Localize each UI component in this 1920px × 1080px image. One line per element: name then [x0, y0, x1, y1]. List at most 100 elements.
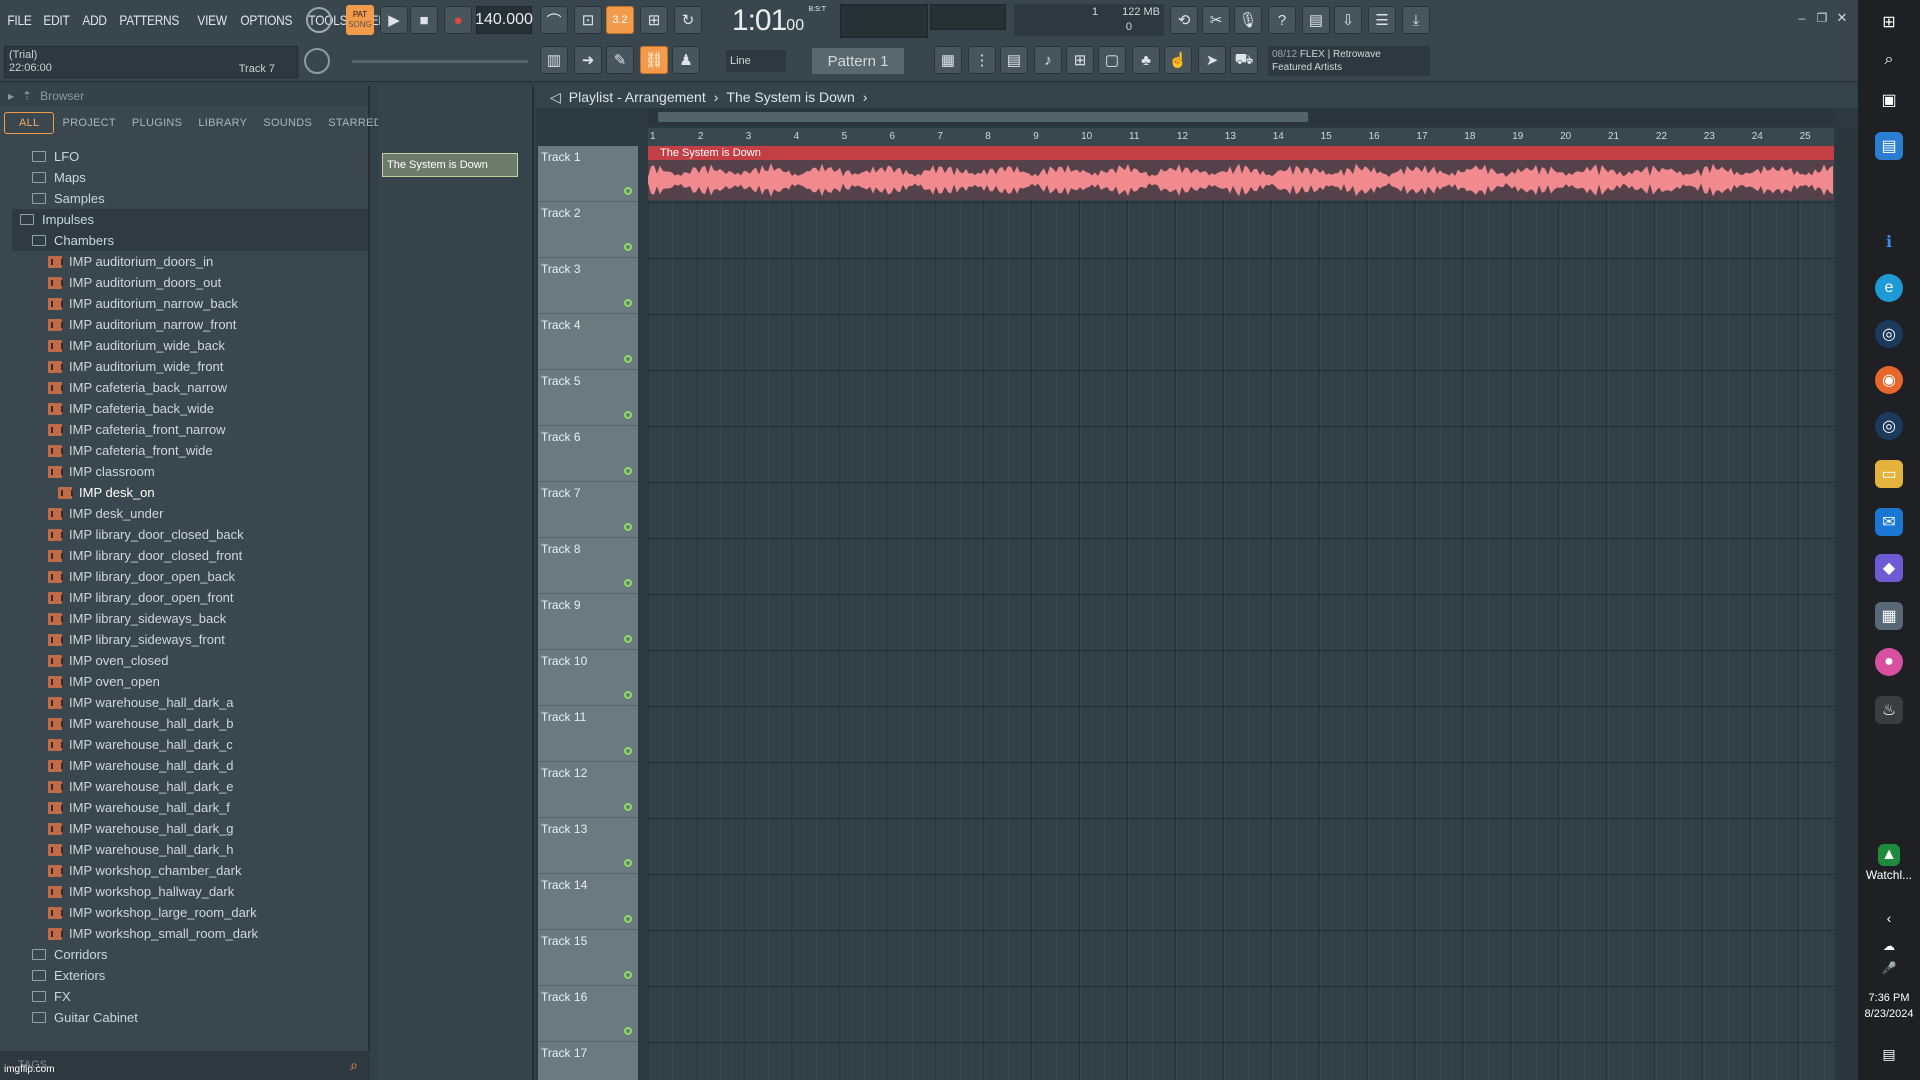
track-header[interactable]: Track 1	[538, 146, 638, 202]
bar-ruler[interactable]: 1 2 3 4 5 6 7 8 9 10 11 12 13 14 15 16 17 18 19 20 21 22 23 24 2…	[648, 128, 1834, 146]
track-header[interactable]: Track 17	[538, 1042, 638, 1080]
playlist-song[interactable]: The System is Down	[726, 89, 854, 105]
tree-file[interactable]: IMP library_door_closed_back	[12, 524, 368, 545]
tree-file[interactable]: IMP cafeteria_back_narrow	[12, 377, 368, 398]
speed-icon[interactable]: ➤	[1198, 46, 1226, 74]
tree-file[interactable]: IMP classroom	[12, 461, 368, 482]
tree-file[interactable]: IMP warehouse_hall_dark_e	[12, 776, 368, 797]
stamp-icon[interactable]: ♟	[672, 46, 700, 74]
link-icon[interactable]: ⛓	[640, 46, 668, 74]
track-enable-icon[interactable]	[624, 187, 632, 195]
touch-icon[interactable]: ☝	[1164, 46, 1192, 74]
tree-file[interactable]: IMP auditorium_wide_front	[12, 356, 368, 377]
steam-icon[interactable]: ◎	[1875, 412, 1903, 440]
record-button[interactable]: ●	[444, 6, 472, 34]
menu-item[interactable]: VIEW	[194, 12, 230, 28]
minimize-icon[interactable]: –	[1794, 10, 1810, 26]
tree-file[interactable]: IMP cafeteria_back_wide	[12, 398, 368, 419]
tree-file[interactable]: IMP library_door_open_back	[12, 566, 368, 587]
mail-icon[interactable]: ✉	[1875, 508, 1903, 536]
watchlist-icon[interactable]: ▲	[1878, 844, 1900, 866]
task-view-icon[interactable]: ▣	[1875, 86, 1903, 114]
track-header[interactable]: Track 11	[538, 706, 638, 762]
horizontal-scrollbar[interactable]	[648, 108, 1834, 126]
mic-tray-icon[interactable]: 🎤	[1875, 954, 1903, 982]
tree-folder[interactable]: LFO	[12, 146, 368, 167]
tree-file[interactable]: IMP workshop_large_room_dark	[12, 902, 368, 923]
track-enable-icon[interactable]	[624, 691, 632, 699]
save-icon[interactable]: ▤	[1302, 6, 1330, 34]
restore-icon[interactable]: ❐	[1814, 10, 1830, 26]
track-enable-icon[interactable]	[624, 635, 632, 643]
tempo-display[interactable]: 140.000	[475, 6, 533, 34]
search-icon[interactable]: ⌕	[350, 1057, 358, 1074]
windows-icon[interactable]: ⊞	[1875, 8, 1903, 36]
tree-folder[interactable]: Chambers	[12, 230, 368, 251]
tree-file[interactable]: IMP oven_closed	[12, 650, 368, 671]
track-enable-icon[interactable]	[624, 243, 632, 251]
browser-tab[interactable]: SOUNDS	[255, 113, 320, 133]
tree-file[interactable]: IMP library_sideways_back	[12, 608, 368, 629]
info-icon[interactable]: ℹ	[1875, 228, 1903, 256]
tree-file[interactable]: IMP library_door_closed_front	[12, 545, 368, 566]
tree-folder[interactable]: Samples	[12, 188, 368, 209]
track-enable-icon[interactable]	[624, 859, 632, 867]
track-header[interactable]: Track 14	[538, 874, 638, 930]
time-display[interactable]: 1:01 00 B:S:T	[708, 4, 828, 38]
tree-file[interactable]: IMP library_door_open_front	[12, 587, 368, 608]
menu-item[interactable]: ADD	[79, 12, 110, 28]
edge-icon[interactable]: e	[1875, 274, 1903, 302]
tree-folder[interactable]: FX	[12, 986, 368, 1007]
export-icon[interactable]: ⇩	[1334, 6, 1362, 34]
brush-icon[interactable]: ✎	[606, 46, 634, 74]
track-header[interactable]: Track 4	[538, 314, 638, 370]
track-header[interactable]: Track 7	[538, 482, 638, 538]
tree-file[interactable]: IMP auditorium_doors_out	[12, 272, 368, 293]
piano-roll-icon[interactable]: ♪	[1034, 46, 1062, 74]
track-header[interactable]: Track 15	[538, 930, 638, 986]
track-header[interactable]: Track 6	[538, 426, 638, 482]
tree-file[interactable]: IMP library_sideways_front	[12, 629, 368, 650]
firefox-icon[interactable]: ◉	[1875, 366, 1903, 394]
tree-file[interactable]: IMP auditorium_narrow_back	[12, 293, 368, 314]
close-icon[interactable]: ✕	[1834, 10, 1850, 26]
tree-folder[interactable]: Maps	[12, 167, 368, 188]
arrow-icon[interactable]: ➜	[574, 46, 602, 74]
tree-file[interactable]: IMP workshop_hallway_dark	[12, 881, 368, 902]
track-header[interactable]: Track 10	[538, 650, 638, 706]
calculator-icon[interactable]: ▦	[1875, 602, 1903, 630]
tree-folder[interactable]: Corridors	[12, 944, 368, 965]
master-pitch-slider[interactable]	[352, 60, 528, 63]
metronome-button[interactable]: ⌒	[540, 6, 568, 34]
download-icon[interactable]: ⤓	[1402, 6, 1430, 34]
browser-tab[interactable]: ALL	[4, 112, 55, 134]
vertical-scrollbar[interactable]	[1836, 128, 1858, 1080]
menu-item[interactable]: OPTIONS	[237, 12, 296, 28]
loop-record-button[interactable]: ↻	[674, 6, 702, 34]
store-icon[interactable]: ▤	[1875, 132, 1903, 160]
blend-notes-button[interactable]: ⊞	[640, 6, 668, 34]
copilot-icon[interactable]: ◆	[1875, 554, 1903, 582]
menu-item[interactable]: FILE	[4, 12, 35, 28]
track-enable-icon[interactable]	[624, 355, 632, 363]
browser-arrow-icon[interactable]: ▸	[8, 89, 14, 103]
arrangement-grid[interactable]: The System is Down	[648, 146, 1834, 1080]
plugin-icon[interactable]: ⊞	[1066, 46, 1094, 74]
mic-icon[interactable]: 🎙	[1234, 6, 1262, 34]
plugin-picker-icon[interactable]: ♣	[1132, 46, 1160, 74]
track-enable-icon[interactable]	[624, 803, 632, 811]
track-header[interactable]: Track 16	[538, 986, 638, 1042]
track-header[interactable]: Track 8	[538, 538, 638, 594]
track-enable-icon[interactable]	[624, 523, 632, 531]
speaker-icon[interactable]: ◁	[550, 89, 561, 106]
mixer-icon[interactable]: ▤	[1000, 46, 1028, 74]
search-icon[interactable]: ⌕	[1875, 46, 1903, 74]
folder-icon[interactable]: ▭	[1875, 460, 1903, 488]
chevron-left-icon[interactable]: ‹	[1875, 904, 1903, 932]
system-clock[interactable]: 7:36 PM 8/23/2024	[1858, 990, 1920, 1022]
tree-file[interactable]: IMP warehouse_hall_dark_d	[12, 755, 368, 776]
tree-file[interactable]: IMP workshop_chamber_dark	[12, 860, 368, 881]
track-header[interactable]: Track 12	[538, 762, 638, 818]
cut-icon[interactable]: ✂	[1202, 6, 1230, 34]
track-enable-icon[interactable]	[624, 915, 632, 923]
